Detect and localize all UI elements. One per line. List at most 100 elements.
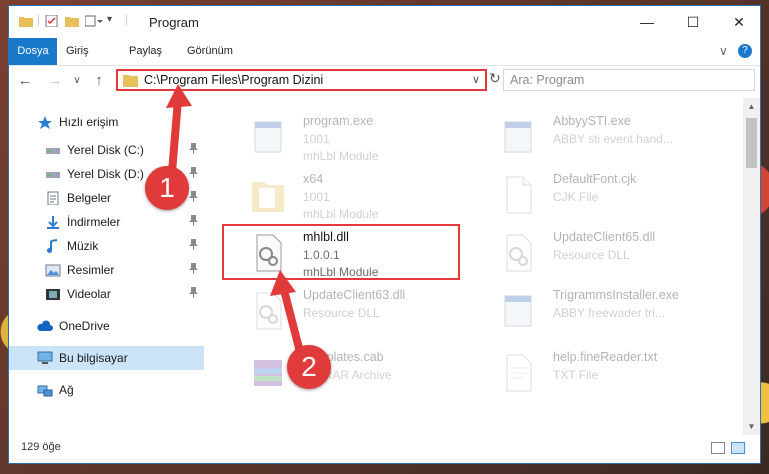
videos-icon <box>46 289 60 300</box>
file-detail: Resource DLL <box>303 306 380 320</box>
file-item[interactable]: x64 1001 mhLbl Module <box>231 166 481 224</box>
file-item[interactable]: TrigrammsInstaller.exe ABBY freewader tri… <box>481 282 731 340</box>
sidebar-item[interactable]: Videolar <box>9 282 204 306</box>
tab-file[interactable]: Dosya <box>9 38 57 65</box>
scroll-up-icon[interactable]: ▲ <box>743 98 760 115</box>
help-icon[interactable]: ? <box>738 44 752 58</box>
file-item[interactable]: DefaultFont.cjk CJK File <box>481 166 731 224</box>
file-name: x64 <box>303 172 324 186</box>
file-name: AbbyySTI.exe <box>553 114 631 128</box>
large-icons-view-icon[interactable] <box>731 442 745 454</box>
maximize-icon: ☐ <box>686 13 700 30</box>
file-item[interactable]: help.fineReader.txt TXT File <box>481 344 731 402</box>
file-item[interactable]: Templates.cab WinRAR Archive <box>231 344 481 402</box>
sidebar-item[interactable]: Hızlı erişim <box>9 110 204 134</box>
up-arrow-icon[interactable]: ↑ <box>89 71 109 91</box>
search-box[interactable]: Ara: Program <box>503 69 755 91</box>
address-row: ← → ∨ ↑ C:\Program Files\Program Dizini … <box>9 66 760 96</box>
back-arrow-icon[interactable]: ← <box>15 71 35 91</box>
vertical-scrollbar[interactable]: ▲ ▼ <box>743 98 760 435</box>
pin-icon[interactable] <box>189 167 198 181</box>
properties-icon[interactable] <box>45 15 59 27</box>
minimize-button[interactable]: — <box>624 6 670 38</box>
sidebar-item[interactable]: Resimler <box>9 258 204 282</box>
file-detail: ABBY sti event hand... <box>553 132 673 146</box>
recent-locations-icon[interactable]: ∨ <box>67 71 87 91</box>
details-view-icon[interactable] <box>711 442 725 454</box>
sidebar-item-label: Videolar <box>67 287 111 301</box>
pin-icon[interactable] <box>189 287 198 301</box>
sidebar-item-label: Ağ <box>59 383 74 397</box>
ribbon-tabs: Dosya Giriş Paylaş Görünüm ∨ ? <box>9 38 760 66</box>
sidebar-item[interactable]: Ağ <box>9 378 204 402</box>
file-item[interactable]: program.exe 1001 mhLbl Module <box>231 108 481 166</box>
pin-icon[interactable] <box>189 191 198 205</box>
computer-icon <box>37 351 53 364</box>
pin-icon[interactable] <box>189 239 198 253</box>
sidebar-item[interactable]: Bu bilgisayar <box>9 346 204 370</box>
highlight-box <box>222 224 460 280</box>
refresh-icon[interactable]: ↻ <box>489 70 501 87</box>
folder-icon <box>19 17 33 27</box>
file-name: TrigrammsInstaller.exe <box>553 288 679 302</box>
file-detail: 1001 <box>303 132 330 146</box>
minimize-icon: — <box>640 14 654 30</box>
dll-icon <box>256 292 282 330</box>
title-bar: | ▾ | Program — ☐ ✕ <box>9 6 760 38</box>
sidebar-item[interactable]: Yerel Disk (C:) <box>9 138 204 162</box>
tab-share[interactable]: Paylaş <box>129 38 162 65</box>
callout-1: 1 <box>145 166 189 210</box>
ribbon-expand-icon[interactable]: ∨ <box>719 44 728 58</box>
file-description: mhLbl Module <box>303 149 379 163</box>
drive-icon <box>46 172 60 178</box>
file-name: UpdateClient63.dll <box>303 288 406 302</box>
sidebar-item-label: OneDrive <box>59 319 110 333</box>
drive-icon <box>46 148 60 154</box>
sidebar-item-label: Belgeler <box>67 191 112 205</box>
archive-icon <box>254 360 282 386</box>
documents-icon <box>47 191 59 205</box>
pin-icon[interactable] <box>189 263 198 277</box>
file-name: program.exe <box>303 114 374 128</box>
close-icon: ✕ <box>733 13 745 30</box>
exe-icon <box>504 121 532 153</box>
sidebar-item[interactable]: İndirmeler <box>9 210 204 234</box>
scroll-down-icon[interactable]: ▼ <box>743 418 760 435</box>
search-placeholder: Ara: Program <box>510 73 585 87</box>
forward-arrow-icon[interactable]: → <box>45 71 65 91</box>
divider: | <box>37 12 41 26</box>
tab-view[interactable]: Görünüm <box>187 38 233 65</box>
text-file-icon <box>506 354 532 392</box>
address-path[interactable]: C:\Program Files\Program Dizini <box>144 73 323 87</box>
callout-2: 2 <box>287 345 331 389</box>
sidebar-item-label: Bu bilgisayar <box>59 351 128 365</box>
file-item[interactable]: AbbyySTI.exe ABBY sti event hand... <box>481 108 731 166</box>
navigation-pane: Hızlı erişim Yerel Disk (C:) Yerel Disk (D… <box>9 98 204 435</box>
sidebar-item[interactable]: Müzik <box>9 234 204 258</box>
pictures-icon <box>45 264 61 277</box>
customize-toolbar-icon[interactable] <box>85 15 103 27</box>
file-item[interactable]: UpdateClient65.dll Resource DLL <box>481 224 731 282</box>
tab-home[interactable]: Giriş <box>66 38 89 65</box>
network-icon <box>37 385 53 397</box>
close-button[interactable]: ✕ <box>716 6 760 38</box>
file-item[interactable]: UpdateClient63.dll Resource DLL <box>231 282 481 340</box>
address-dropdown-icon[interactable]: ∨ <box>472 73 480 86</box>
pin-icon[interactable] <box>189 143 198 157</box>
divider: | <box>125 12 129 26</box>
file-name: help.fineReader.txt <box>553 350 658 364</box>
folder-icon <box>123 75 138 87</box>
quick-access-dropdown-icon[interactable]: ▾ <box>107 14 112 25</box>
scroll-thumb[interactable] <box>746 118 757 168</box>
item-count: 129 öğe <box>21 441 61 453</box>
sidebar-item-label: Yerel Disk (D:) <box>67 167 144 181</box>
pin-icon[interactable] <box>189 215 198 229</box>
sidebar-item-label: Yerel Disk (C:) <box>67 143 144 157</box>
file-detail: CJK File <box>553 190 599 204</box>
sidebar-item-label: Hızlı erişim <box>59 115 119 129</box>
new-folder-icon[interactable] <box>65 15 79 27</box>
maximize-button[interactable]: ☐ <box>670 6 716 38</box>
sidebar-item[interactable]: OneDrive <box>9 314 204 338</box>
address-bar[interactable]: C:\Program Files\Program Dizini ∨ <box>116 69 487 91</box>
download-icon <box>47 216 59 229</box>
